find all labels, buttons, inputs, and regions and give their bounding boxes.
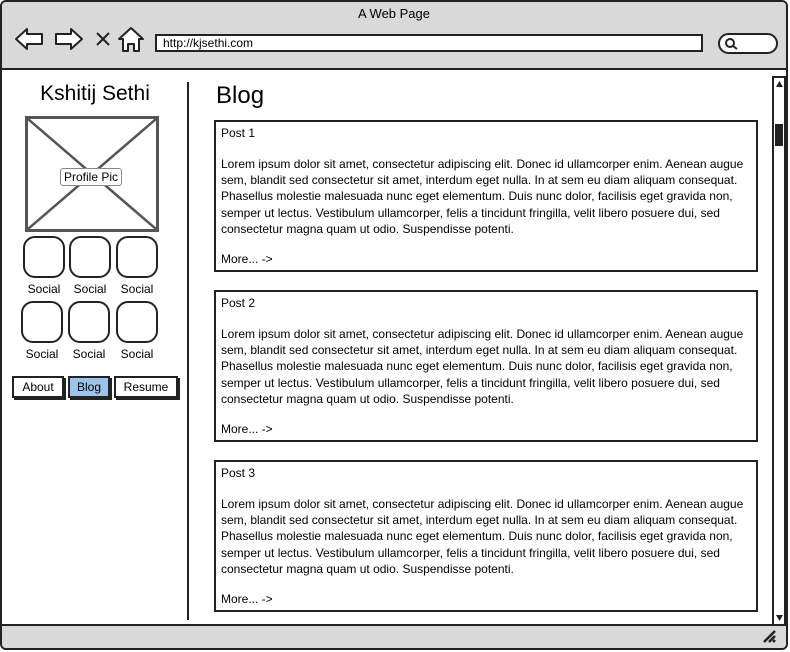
profile-name: Kshitij Sethi bbox=[40, 82, 150, 105]
close-icon[interactable] bbox=[88, 24, 118, 54]
tab-resume[interactable]: Resume bbox=[114, 376, 178, 398]
read-more-link[interactable]: More... -> bbox=[221, 592, 273, 606]
post-title: Post 2 bbox=[221, 296, 256, 310]
post-body: Lorem ipsum dolor sit amet, consectetur … bbox=[221, 497, 744, 576]
social-label: Social bbox=[72, 347, 106, 361]
social-label: Social bbox=[73, 282, 107, 296]
social-icon bbox=[69, 236, 111, 278]
status-bar bbox=[2, 624, 786, 648]
social-icon bbox=[21, 301, 63, 343]
blog-post-3: Post 3 Lorem ipsum dolor sit amet, conse… bbox=[214, 460, 758, 612]
social-label: Social bbox=[25, 347, 59, 361]
read-more-link[interactable]: More... -> bbox=[221, 252, 273, 266]
tab-about[interactable]: About bbox=[12, 376, 64, 398]
scroll-down-icon[interactable] bbox=[775, 613, 784, 623]
search-field[interactable] bbox=[718, 33, 778, 54]
blog-post-1: Post 1 Lorem ipsum dolor sit amet, conse… bbox=[214, 120, 758, 272]
page-content: Kshitij Sethi Profile Pic Social Social … bbox=[2, 70, 770, 624]
social-link-2[interactable]: Social bbox=[67, 236, 113, 296]
scroll-thumb[interactable] bbox=[775, 124, 783, 146]
forward-arrow-icon[interactable] bbox=[54, 24, 84, 54]
social-icon bbox=[23, 236, 65, 278]
browser-window: A Web Page http://kjsethi.com Kshitij Se… bbox=[0, 0, 788, 650]
url-input[interactable]: http://kjsethi.com bbox=[155, 34, 703, 52]
profile-pic-label: Profile Pic bbox=[60, 168, 123, 186]
social-icon bbox=[68, 301, 110, 343]
search-icon bbox=[725, 38, 738, 50]
post-body: Lorem ipsum dolor sit amet, consectetur … bbox=[221, 327, 744, 406]
blog-post-2: Post 2 Lorem ipsum dolor sit amet, conse… bbox=[214, 290, 758, 442]
blog-main: Blog Post 1 Lorem ipsum dolor sit amet, … bbox=[214, 70, 760, 624]
tab-blog[interactable]: Blog bbox=[68, 376, 110, 398]
vertical-scrollbar[interactable] bbox=[772, 76, 786, 626]
scroll-up-icon[interactable] bbox=[775, 79, 784, 89]
social-link-3[interactable]: Social bbox=[114, 236, 160, 296]
window-title: A Web Page bbox=[357, 6, 431, 21]
resize-grip-icon[interactable] bbox=[762, 629, 778, 643]
profile-picture: Profile Pic bbox=[25, 116, 159, 232]
sidebar: Kshitij Sethi Profile Pic Social Social … bbox=[2, 70, 188, 624]
read-more-link[interactable]: More... -> bbox=[221, 422, 273, 436]
home-icon[interactable] bbox=[116, 24, 146, 54]
social-link-4[interactable]: Social bbox=[19, 301, 65, 361]
nav-tabs: About Blog Resume bbox=[12, 376, 178, 398]
back-arrow-icon[interactable] bbox=[14, 24, 44, 54]
social-link-5[interactable]: Social bbox=[66, 301, 112, 361]
social-label: Social bbox=[120, 282, 154, 296]
social-icon bbox=[116, 301, 158, 343]
post-body: Lorem ipsum dolor sit amet, consectetur … bbox=[221, 157, 744, 236]
social-link-6[interactable]: Social bbox=[114, 301, 160, 361]
post-title: Post 3 bbox=[221, 466, 256, 480]
post-title: Post 1 bbox=[221, 126, 256, 140]
browser-toolbar: A Web Page http://kjsethi.com bbox=[2, 2, 786, 70]
social-link-1[interactable]: Social bbox=[21, 236, 67, 296]
social-label: Social bbox=[27, 282, 61, 296]
social-label: Social bbox=[120, 347, 154, 361]
sidebar-divider bbox=[187, 82, 189, 620]
page-title: Blog bbox=[216, 82, 265, 109]
social-icon bbox=[116, 236, 158, 278]
